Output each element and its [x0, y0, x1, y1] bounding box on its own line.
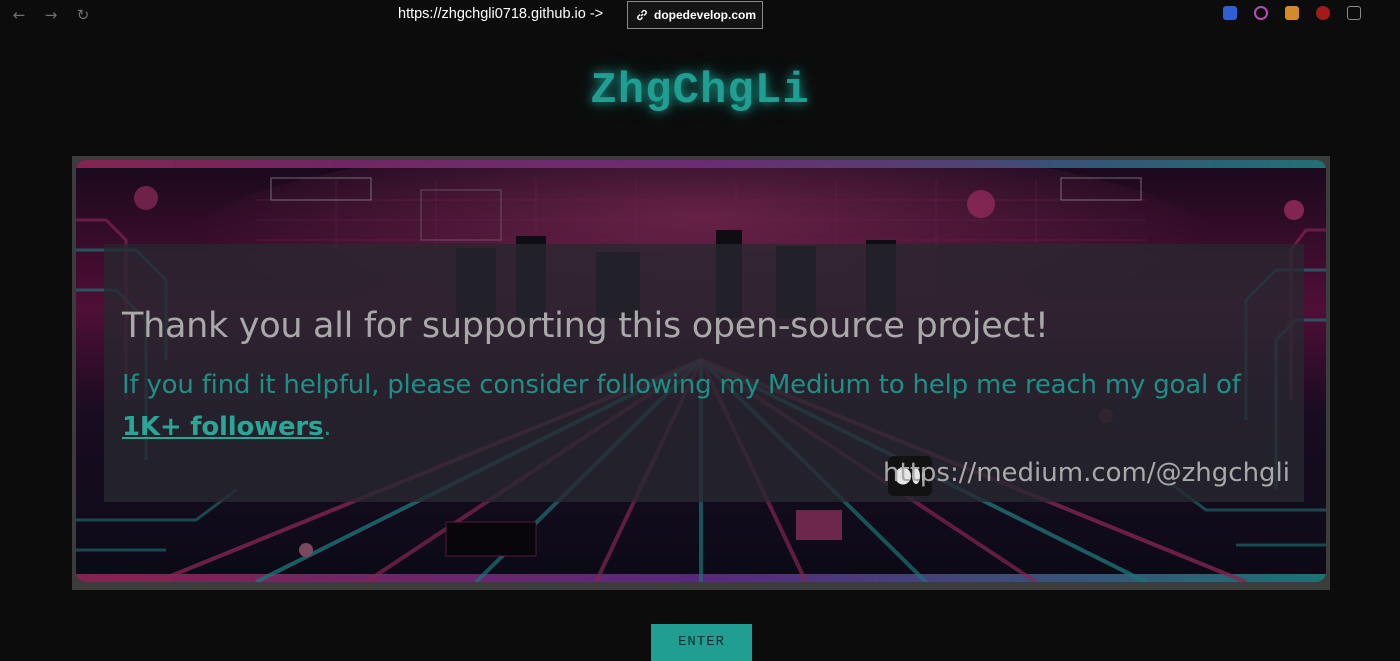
- banner-image: Thank you all for supporting this open-s…: [76, 160, 1326, 582]
- openai-extension-icon[interactable]: [1254, 6, 1268, 20]
- banner-subline-suffix: .: [323, 412, 332, 442]
- banner-message-overlay: Thank you all for supporting this open-s…: [104, 244, 1304, 502]
- banner-subline-text: If you find it helpful, please consider …: [122, 370, 1241, 400]
- site-title: ZhgChgLi: [590, 66, 810, 116]
- browser-toolbar: ← → ↻ https://zhgchgli0718.github.io -> …: [0, 0, 1400, 30]
- forward-arrow-icon[interactable]: →: [42, 6, 60, 24]
- link-icon: [637, 9, 647, 21]
- enter-button[interactable]: ENTER: [651, 624, 752, 661]
- bitwarden-extension-icon[interactable]: [1223, 6, 1237, 20]
- back-arrow-icon[interactable]: ←: [10, 6, 28, 24]
- link-pill[interactable]: dopedevelop.com: [627, 1, 763, 29]
- reload-icon[interactable]: ↻: [74, 6, 92, 24]
- followers-goal-link[interactable]: 1K+ followers: [122, 412, 323, 442]
- address-bar-url[interactable]: https://zhgchgli0718.github.io ->: [398, 6, 603, 22]
- banner-subline: If you find it helpful, please consider …: [122, 364, 1292, 448]
- banner-headline: Thank you all for supporting this open-s…: [122, 306, 1049, 346]
- medium-profile-link[interactable]: https://medium.com/@zhgchgli: [870, 454, 1290, 498]
- rss-extension-icon[interactable]: [1285, 6, 1299, 20]
- banner-frame: Thank you all for supporting this open-s…: [72, 156, 1330, 590]
- ublock-extension-icon[interactable]: [1316, 6, 1330, 20]
- reader-extension-icon[interactable]: [1347, 6, 1361, 20]
- medium-url-text: https://medium.com/@zhgchgli: [883, 458, 1290, 488]
- link-pill-label: dopedevelop.com: [654, 8, 757, 22]
